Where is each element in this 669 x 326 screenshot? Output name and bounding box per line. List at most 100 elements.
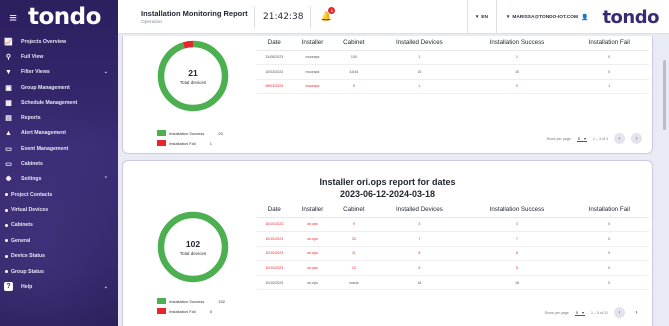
- next-page-button[interactable]: ›: [631, 307, 642, 318]
- column-header[interactable]: Installer: [291, 36, 334, 51]
- table-cell-success: 0: [464, 79, 570, 95]
- legend-count: 0: [209, 308, 212, 314]
- table-cell-fail: 1: [569, 79, 649, 95]
- table-cell-success: 1: [464, 50, 570, 66]
- table-cell-cabinet: 9: [333, 217, 375, 233]
- table-header-row: Date Installer Cabinet Installed Devices Ins…: [257, 203, 649, 218]
- table-row[interactable]: 10/10/2023 ori.ops 9 3 3 0: [257, 217, 649, 233]
- table-cell-fail: 0: [569, 217, 649, 233]
- table-row[interactable]: 09/03/2024 mooraps 9 1 0 1: [257, 79, 649, 95]
- table-row[interactable]: 31/08/2023 mooraps 100 1 1 0: [257, 50, 649, 66]
- table-cell-installer: mooraps: [291, 79, 334, 95]
- sidebar-item-label: Event Management: [21, 145, 69, 152]
- sidebar-item-label: Filter Views: [21, 69, 50, 76]
- alert-icon: ▲: [5, 129, 12, 137]
- rows-per-page-select[interactable]: 5 ▾: [576, 135, 587, 142]
- table-cell-installed: 1: [374, 50, 465, 66]
- column-header[interactable]: Date: [257, 36, 292, 51]
- sidebar-item-reports[interactable]: ▤ Reports: [0, 110, 118, 125]
- sidebar-subitem-virtual-devices[interactable]: Virtual Devices: [0, 202, 118, 217]
- chevron-down-icon: ▾: [583, 135, 586, 141]
- page-title: Installation Monitoring Report: [141, 8, 248, 18]
- notification-badge: 1: [328, 6, 336, 14]
- chevron-down-icon: ▾: [582, 309, 585, 315]
- column-header[interactable]: Cabinet: [333, 36, 375, 51]
- sidebar-item-alert-management[interactable]: ▲ Alert Management: [0, 126, 118, 141]
- sidebar-item-settings[interactable]: ✹ Settings ⌃: [0, 172, 118, 187]
- document-icon: ▤: [5, 115, 12, 123]
- sidebar-subitem-project-contacts[interactable]: Project Contacts: [0, 187, 118, 202]
- table-cell-date: 31/08/2023: [257, 50, 292, 66]
- previous-page-button[interactable]: ‹: [614, 307, 625, 318]
- notification-bell-icon[interactable]: 🔔 1: [319, 6, 336, 24]
- main-scrollbar[interactable]: [663, 36, 667, 326]
- sidebar-item-full-view[interactable]: ⚲ Full View: [0, 49, 118, 64]
- column-header[interactable]: Installation Fail: [569, 203, 649, 218]
- table-cell-cabinet: 12: [333, 260, 375, 276]
- rows-per-page-select[interactable]: 5 ▾: [574, 309, 586, 316]
- language-selector[interactable]: ▾ EN: [466, 0, 496, 34]
- event-icon: ▭: [5, 145, 12, 153]
- pagination: Rows per page 5 ▾ 1 – 5 of 21 ‹ ›: [545, 307, 642, 318]
- sidebar-item-projects-overview[interactable]: 📈 Projects Overview: [0, 34, 118, 49]
- sidebar-subitem-device-status[interactable]: Device Status: [0, 249, 118, 264]
- table-cell-installer: ori.ops: [291, 217, 334, 233]
- column-header[interactable]: Date: [257, 203, 292, 218]
- tondo-logo: tondo: [28, 4, 101, 30]
- sidebar-subitem-label: Group Status: [11, 268, 44, 275]
- table-cell-installer: mooraps: [291, 50, 334, 66]
- legend-label: Installation Success: [169, 298, 205, 304]
- map-pin-icon: ⚲: [5, 53, 12, 61]
- table-row[interactable]: 10/10/2023 ori.ops 12 5 5 0: [257, 260, 649, 276]
- table-cell-installed: 15: [374, 64, 465, 80]
- table-cell-installed: 18: [374, 275, 465, 291]
- sidebar-item-filter-views[interactable]: ▼ Filter Views ⌄: [0, 65, 118, 80]
- page-subtitle: Operation: [141, 19, 163, 25]
- table-row[interactable]: 10/03/2023 mooraps 43/44 15 15 0: [257, 64, 649, 80]
- next-page-button[interactable]: ›: [631, 133, 642, 144]
- sidebar-item-event-management[interactable]: ▭ Event Management: [0, 141, 118, 156]
- cabinet-icon: ▭: [5, 161, 12, 169]
- column-header[interactable]: Installed Devices: [374, 203, 465, 218]
- gear-icon: ✹: [5, 176, 12, 184]
- sidebar-subitem-general[interactable]: General: [0, 233, 118, 248]
- column-header[interactable]: Installed Devices: [374, 36, 465, 51]
- sidebar-item-help[interactable]: ? Help ⌄: [0, 279, 118, 294]
- previous-page-button[interactable]: ‹: [614, 133, 625, 144]
- table-cell-success: 8: [464, 246, 570, 262]
- table-row[interactable]: 10/10/2023 ori.ops mavis 18 18 0: [257, 275, 649, 291]
- sidebar-item-label: Full View: [21, 53, 44, 60]
- chart-line-icon: 📈: [4, 38, 13, 46]
- table-cell-date: 10/10/2023: [257, 246, 292, 262]
- table-cell-cabinet: 100: [333, 50, 375, 66]
- chevron-down-icon: ▾: [506, 14, 510, 20]
- scrollbar-thumb[interactable]: [663, 60, 666, 130]
- sidebar-item-group-management[interactable]: ▣ Group Management: [0, 80, 118, 95]
- sidebar-item-label: Schedule Management: [21, 99, 78, 106]
- legend-swatch: [157, 307, 166, 315]
- total-devices-label: Total devices: [179, 79, 207, 85]
- legend-count: 102: [218, 298, 226, 304]
- table-row[interactable]: 10/10/2023 ori.ops 33 7 7 0: [257, 231, 649, 247]
- sidebar-item-cabinets[interactable]: ▭ Cabinets: [0, 156, 118, 171]
- table-cell-cabinet: 43/44: [333, 64, 375, 80]
- sidebar-item-label: Projects Overview: [21, 38, 66, 45]
- column-header[interactable]: Installer: [291, 203, 334, 218]
- table-header-row: Date Installer Cabinet Installed Devices Ins…: [257, 36, 649, 51]
- sidebar-item-label: Reports: [21, 115, 41, 122]
- column-header[interactable]: Cabinet: [333, 203, 375, 218]
- legend-swatch: [157, 139, 166, 147]
- hamburger-menu-icon[interactable]: ≡: [6, 10, 20, 25]
- sidebar-item-schedule-management[interactable]: ▦ Schedule Management: [0, 95, 118, 110]
- language-label: EN: [481, 14, 488, 20]
- table-row[interactable]: 10/10/2023 ori.ops 11 8 8 0: [257, 246, 649, 262]
- column-header[interactable]: Installation Success: [464, 203, 570, 218]
- sidebar-subitem-cabinets[interactable]: Cabinets: [0, 218, 118, 233]
- column-header[interactable]: Installation Success: [464, 36, 570, 51]
- legend-swatch: [157, 297, 166, 305]
- column-header[interactable]: Installation Fail: [569, 36, 649, 51]
- user-menu[interactable]: ▾ MARISSA@TONDO-IOT.COM 👤: [495, 0, 595, 34]
- sidebar-subitem-group-status[interactable]: Group Status: [0, 264, 118, 279]
- legend-label: Installation Fail: [169, 308, 196, 314]
- pagination: Rows per page 5 ▾ 1 – 3 of 3 ‹ ›: [547, 133, 642, 144]
